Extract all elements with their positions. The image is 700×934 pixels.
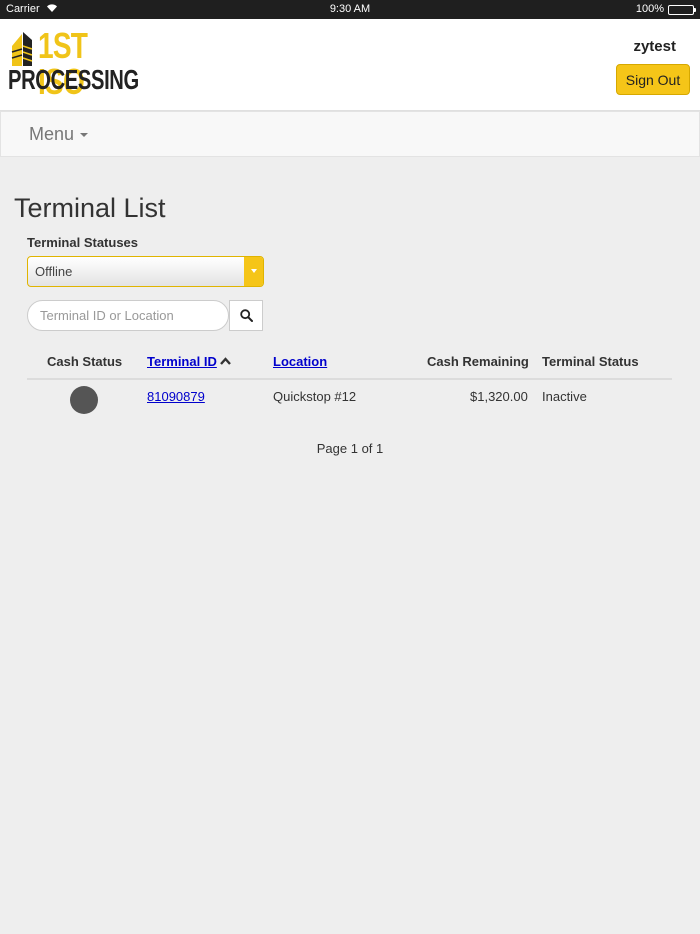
battery-percent: 100%	[635, 3, 664, 15]
sort-terminal-id-link[interactable]: Terminal ID	[147, 354, 217, 369]
terminal-id-link[interactable]: 81090879	[147, 389, 205, 404]
username: zytest	[633, 38, 676, 55]
sort-ascending-icon	[219, 357, 231, 365]
column-header-cash-remaining: Cash Remaining	[427, 354, 529, 369]
column-header-cash-status: Cash Status	[47, 354, 123, 369]
status-bar: Carrier 9:30 AM 100%	[0, 0, 700, 19]
building-logo-icon	[11, 32, 33, 66]
pagination-info: Page 1 of 1	[316, 441, 384, 456]
search-input[interactable]	[27, 300, 229, 331]
logo[interactable]: 1ST ISO PROCESSING	[8, 28, 139, 100]
sign-out-button[interactable]: Sign Out	[616, 64, 690, 95]
select-arrow-icon	[244, 257, 263, 286]
column-header-terminal-id[interactable]: Terminal ID	[147, 354, 231, 369]
column-header-location[interactable]: Location	[273, 354, 327, 369]
battery-icon	[668, 5, 696, 15]
menu-dropdown-toggle[interactable]: Menu	[29, 124, 89, 145]
column-header-terminal-status: Terminal Status	[542, 354, 639, 369]
terminal-statuses-label: Terminal Statuses	[27, 235, 139, 250]
sort-location-link[interactable]: Location	[273, 354, 327, 369]
terminal-status-selected: Offline	[35, 264, 73, 279]
site-header: 1ST ISO PROCESSING zytest Sign Out	[0, 19, 700, 111]
cash-status-indicator	[70, 386, 98, 414]
cash-remaining-cell: $1,320.00	[470, 389, 528, 404]
menu-label: Menu	[29, 124, 75, 144]
search-button[interactable]	[229, 300, 263, 331]
terminal-status-cell: Inactive	[542, 389, 587, 404]
terminal-status-select[interactable]: Offline	[27, 256, 264, 287]
search-icon	[240, 309, 253, 322]
caret-down-icon	[80, 133, 89, 138]
location-cell: Quickstop #12	[273, 389, 357, 404]
navbar: Menu	[0, 111, 700, 157]
page-title: Terminal List	[14, 193, 166, 223]
table-header-divider	[27, 378, 672, 380]
clock: 9:30 AM	[329, 3, 371, 15]
logo-text-bottom: PROCESSING	[8, 64, 139, 95]
